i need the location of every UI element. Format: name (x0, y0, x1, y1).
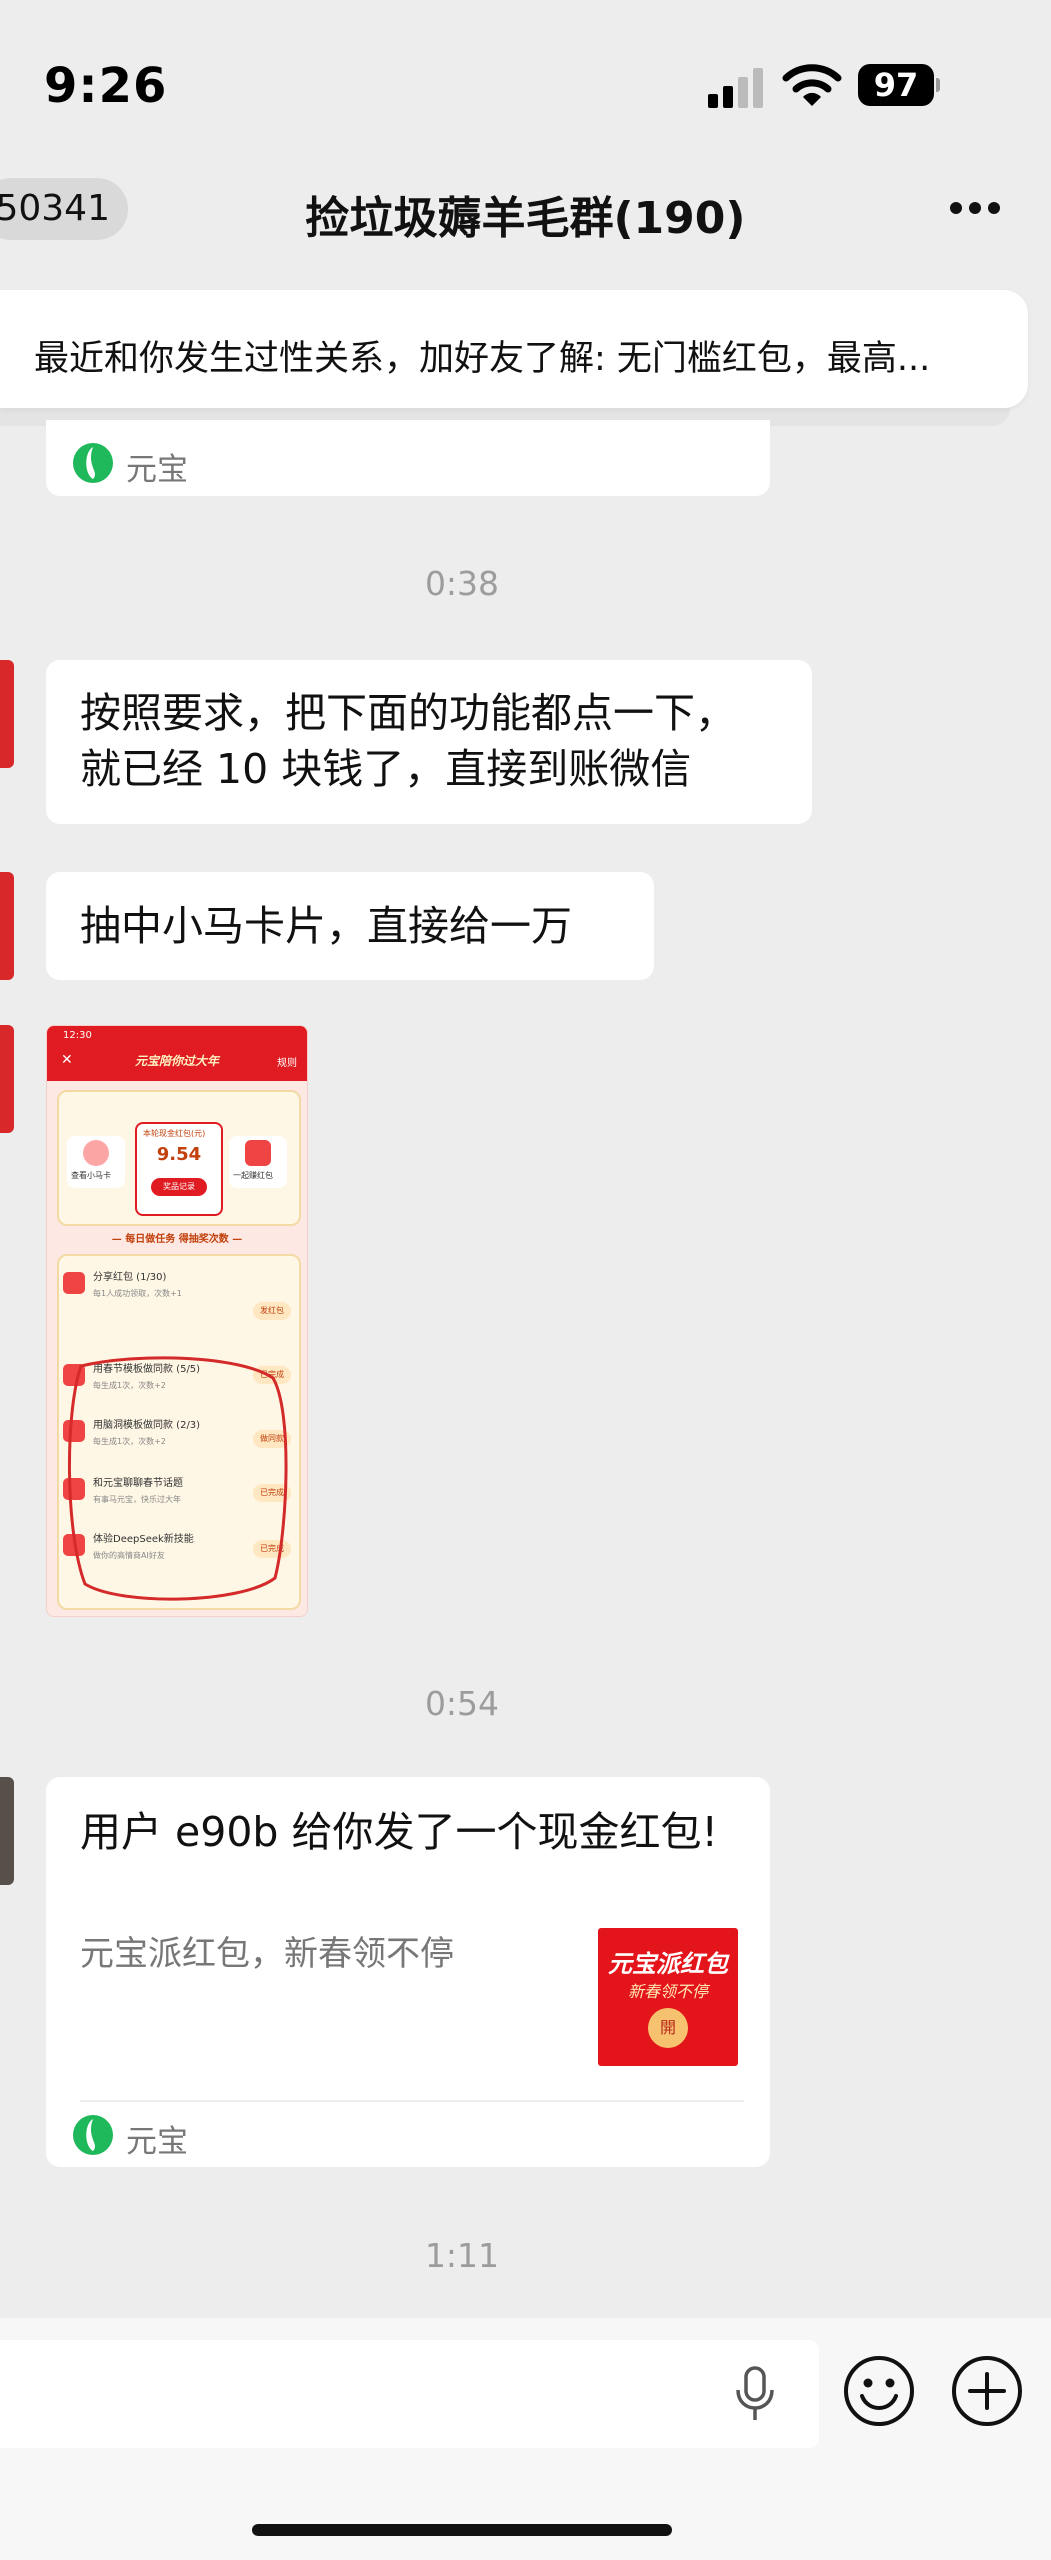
thumb-center-label: 本轮现金红包(元) (143, 1129, 206, 1138)
thumb-time: 12:30 (63, 1030, 92, 1041)
yuanbao-logo-icon (73, 2115, 113, 2155)
thumb-left-tile: 查看小马卡 (67, 1136, 125, 1188)
message-card-partial[interactable]: 元宝 (46, 420, 770, 496)
message-text-line: 就已经 10 块钱了，直接到账微信 (80, 745, 692, 793)
thumb-center-button: 奖品记录 (151, 1178, 207, 1196)
status-time: 9:26 (44, 58, 168, 114)
microphone-icon[interactable] (732, 2366, 778, 2422)
text-message-bubble[interactable]: 抽中小马卡片，直接给一万 (46, 872, 654, 980)
red-packet-subtitle: 元宝派红包，新春领不停 (80, 1934, 454, 1974)
thumb-task-button: 发红包 (253, 1302, 291, 1320)
battery-indicator: 97 (858, 64, 940, 106)
wifi-icon (782, 64, 842, 106)
plus-icon[interactable] (950, 2354, 1024, 2428)
message-text: 抽中小马卡片，直接给一万 (80, 902, 572, 950)
avatar[interactable] (0, 1777, 14, 1885)
message-timestamp: 0:38 (424, 564, 500, 603)
card-source-name: 元宝 (126, 2124, 188, 2160)
battery-nub (936, 78, 940, 92)
chat-title: 捡垃圾薅羊毛群(190) (305, 193, 746, 244)
pinned-notice-text: 最近和你发生过性关系，加好友了解: 无门槛红包，最高... (34, 339, 931, 379)
avatar[interactable] (0, 660, 14, 768)
shared-screenshot-image[interactable]: 12:30 ✕ 元宝陪你过大年 规则 查看小马卡 本轮现金红包(元) 9.54 … (46, 1025, 308, 1617)
message-input[interactable] (0, 2340, 819, 2448)
cellular-signal-icon (708, 68, 763, 108)
thumb-center-tile: 本轮现金红包(元) 9.54 奖品记录 (135, 1122, 223, 1216)
battery-level: 97 (858, 64, 934, 106)
red-packet-title: 用户 e90b 给你发了一个现金红包! (80, 1808, 718, 1856)
thumb-task-icon (63, 1272, 85, 1294)
red-packet-thumb-line1: 元宝派红包 (608, 1950, 728, 1978)
thumb-right-tile-label: 一起赚红包 (233, 1171, 273, 1180)
hand-drawn-circle-annotation (67, 1356, 288, 1601)
avatar[interactable] (0, 872, 14, 980)
card-source-name: 元宝 (126, 452, 188, 488)
thumb-header: 12:30 ✕ 元宝陪你过大年 规则 (47, 1026, 307, 1081)
thumb-pony-icon (83, 1140, 109, 1166)
thumb-left-tile-label: 查看小马卡 (71, 1171, 111, 1180)
thumb-redpacket-icon (245, 1140, 271, 1166)
red-packet-open-coin: 開 (648, 2008, 688, 2048)
home-indicator[interactable] (252, 2524, 672, 2536)
thumb-task-desc: 每1人成功领取，次数+1 (93, 1289, 182, 1298)
thumb-title: 元宝陪你过大年 (134, 1054, 219, 1068)
yuanbao-logo-icon (73, 443, 113, 483)
message-text-line: 按照要求，把下面的功能都点一下， (80, 689, 736, 737)
thumb-section-title: — 每日做任务 得抽奖次数 — (111, 1234, 243, 1245)
red-packet-thumbnail: 元宝派红包 新春领不停 開 (598, 1928, 738, 2066)
thumb-right-tile: 一起赚红包 (229, 1136, 287, 1188)
red-packet-thumb-line2: 新春领不停 (627, 1982, 708, 2001)
message-timestamp: 1:11 (424, 2236, 500, 2275)
message-timestamp: 0:54 (424, 1684, 500, 1723)
thumb-task-title: 分享红包 (1/30) (93, 1272, 167, 1283)
text-message-bubble[interactable]: 按照要求，把下面的功能都点一下， 就已经 10 块钱了，直接到账微信 (46, 660, 812, 824)
emoji-icon[interactable] (842, 2354, 916, 2428)
card-divider (80, 2100, 744, 2102)
more-options-icon[interactable] (948, 200, 1002, 216)
thumb-rule: 规则 (277, 1058, 297, 1069)
thumb-center-value: 9.54 (156, 1144, 202, 1165)
avatar[interactable] (0, 1025, 14, 1133)
